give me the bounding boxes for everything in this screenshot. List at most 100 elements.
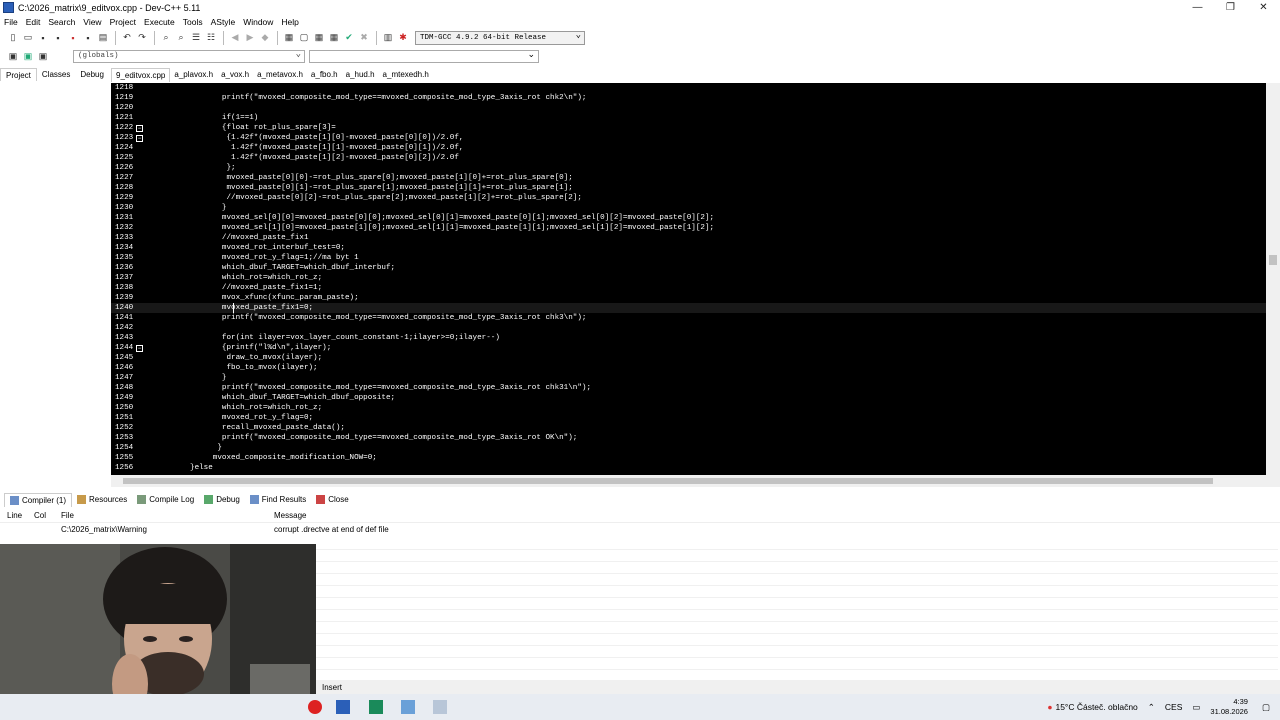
monitor-icon[interactable]: ▭ <box>1192 702 1200 713</box>
code-line[interactable]: 1241 printf("mvoxed_composite_mod_type==… <box>111 313 1266 323</box>
undo-icon[interactable]: ↶ <box>120 31 134 44</box>
record-icon[interactable] <box>308 700 322 714</box>
redo-icon[interactable]: ↷ <box>135 31 149 44</box>
tab-classes[interactable]: Classes <box>37 68 75 81</box>
code-line[interactable]: 1219 printf("mvoxed_composite_mod_type==… <box>111 93 1266 103</box>
new-file-icon[interactable]: ▯ <box>6 31 20 44</box>
tab-resources[interactable]: Resources <box>72 495 132 504</box>
indent-icon[interactable]: ☰ <box>189 31 203 44</box>
menu-execute[interactable]: Execute <box>140 17 179 27</box>
menu-astyle[interactable]: AStyle <box>207 17 240 27</box>
scope-select[interactable]: (globals) <box>73 49 305 63</box>
code-line[interactable]: 1251 mvoxed_rot_y_flag=0; <box>111 413 1266 423</box>
code-line[interactable]: 1253 printf("mvoxed_composite_mod_type==… <box>111 433 1266 443</box>
code-line[interactable]: 1245 draw_to_mvox(ilayer); <box>111 353 1266 363</box>
code-line[interactable]: 1228 mvoxed_paste[0][1]-=rot_plus_spare[… <box>111 183 1266 193</box>
project-options-icon[interactable]: ▣ <box>36 50 50 63</box>
code-line[interactable]: 1256 }else <box>111 463 1266 473</box>
rebuild-icon[interactable]: ▦ <box>327 31 341 44</box>
save-icon[interactable]: ▪ <box>36 31 50 44</box>
tab-close[interactable]: Close <box>311 495 353 504</box>
code-line[interactable]: 1234 mvoxed_rot_interbuf_test=0; <box>111 243 1266 253</box>
scrollbar-thumb[interactable] <box>123 478 1213 484</box>
tab-compiler[interactable]: Compiler (1) <box>4 492 73 507</box>
app-taskbar-icon[interactable] <box>401 700 415 714</box>
stop-icon[interactable]: ✖ <box>357 31 371 44</box>
code-line[interactable]: 1225 1.42f*(mvoxed_paste[1][2]-mvoxed_pa… <box>111 153 1266 163</box>
code-line[interactable]: 1244− {printf("l%d\n",ilayer); <box>111 343 1266 353</box>
fold-toggle-icon[interactable]: − <box>136 125 143 132</box>
notification-icon[interactable]: ▢ <box>1262 702 1270 713</box>
window-taskbar-icon[interactable] <box>433 700 447 714</box>
code-line[interactable]: 1250 which_rot=which_rot_z; <box>111 403 1266 413</box>
file-tab[interactable]: a_fbo.h <box>307 68 342 82</box>
close-all-icon[interactable]: ▪ <box>81 31 95 44</box>
find-icon[interactable]: ⌕ <box>159 31 173 44</box>
clock[interactable]: 4:39 31.08.2026 <box>1210 697 1248 717</box>
code-line[interactable]: 1237 which_rot=which_rot_z; <box>111 273 1266 283</box>
back-icon[interactable]: ◀ <box>228 31 242 44</box>
bookmark-icon[interactable]: ◆ <box>258 31 272 44</box>
code-line[interactable]: 1222− {float rot_plus_spare[3]= <box>111 123 1266 133</box>
chevron-up-icon[interactable]: ⌃ <box>1148 702 1155 713</box>
code-line[interactable]: 1240 mvoxed_paste_fix1=0; <box>111 303 1266 313</box>
file-tab[interactable]: a_mtexedh.h <box>379 68 433 82</box>
code-line[interactable]: 1227 mvoxed_paste[0][0]-=rot_plus_spare[… <box>111 173 1266 183</box>
compile-icon[interactable]: ▦ <box>282 31 296 44</box>
project-browser-panel[interactable] <box>0 81 110 490</box>
open-file-icon[interactable]: ▭ <box>21 31 35 44</box>
file-tab[interactable]: a_vox.h <box>217 68 253 82</box>
code-line[interactable]: 1247 } <box>111 373 1266 383</box>
code-line[interactable]: 1235 mvoxed_rot_y_flag=1;//ma byt 1 <box>111 253 1266 263</box>
close-file-icon[interactable]: ▪ <box>66 31 80 44</box>
menu-view[interactable]: View <box>79 17 105 27</box>
code-line[interactable]: 1246 fbo_to_mvox(ilayer); <box>111 363 1266 373</box>
code-line[interactable]: 1229 //mvoxed_paste[0][2]-=rot_plus_spar… <box>111 193 1266 203</box>
code-line[interactable]: 1226 }; <box>111 163 1266 173</box>
maximize-button[interactable]: ❐ <box>1214 0 1247 15</box>
message-row[interactable]: C:\2026_matrix\Warning corrupt .drectve … <box>0 525 1280 537</box>
menu-project[interactable]: Project <box>106 17 140 27</box>
code-line[interactable]: 1224 1.42f*(mvoxed_paste[1][1]-mvoxed_pa… <box>111 143 1266 153</box>
menu-file[interactable]: File <box>0 17 22 27</box>
col-header-message[interactable]: Message <box>274 511 306 520</box>
debug-icon[interactable]: ✱ <box>396 31 410 44</box>
save-all-icon[interactable]: ▪ <box>51 31 65 44</box>
code-line[interactable]: 1238 //mvoxed_paste_fix1=1; <box>111 283 1266 293</box>
tab-project[interactable]: Project <box>0 68 37 81</box>
profile-icon[interactable]: ▥ <box>381 31 395 44</box>
code-line[interactable]: 1223− {1.42f*(mvoxed_paste[1][0]-mvoxed_… <box>111 133 1266 143</box>
replace-icon[interactable]: ⌕ <box>174 31 188 44</box>
fold-toggle-icon[interactable]: − <box>136 345 143 352</box>
tab-compile-log[interactable]: Compile Log <box>132 495 199 504</box>
code-line[interactable]: 1232 mvoxed_sel[1][0]=mvoxed_paste[1][0]… <box>111 223 1266 233</box>
file-tab[interactable]: a_hud.h <box>342 68 379 82</box>
minimize-button[interactable]: — <box>1181 0 1214 15</box>
editor-vertical-scrollbar[interactable] <box>1266 83 1280 475</box>
code-line[interactable]: 1220 <box>111 103 1266 113</box>
compiler-select[interactable]: TDM-GCC 4.9.2 64-bit Release <box>415 30 585 45</box>
code-line[interactable]: 1230 } <box>111 203 1266 213</box>
devcpp-taskbar-icon[interactable] <box>336 700 350 714</box>
forward-icon[interactable]: ▶ <box>243 31 257 44</box>
weather-icon[interactable]: ● <box>1047 702 1052 712</box>
code-line[interactable]: 1248 printf("mvoxed_composite_mod_type==… <box>111 383 1266 393</box>
language-indicator[interactable]: CES <box>1165 702 1182 712</box>
tab-find-results[interactable]: Find Results <box>245 495 311 504</box>
editor-horizontal-scrollbar[interactable] <box>111 475 1280 487</box>
menu-help[interactable]: Help <box>277 17 302 27</box>
code-line[interactable]: 1255 mvoxed_composite_modification_NOW=0… <box>111 453 1266 463</box>
code-line[interactable]: 1221 if(1==1) <box>111 113 1266 123</box>
file-tab[interactable]: a_metavox.h <box>253 68 307 82</box>
scrollbar-thumb[interactable] <box>1269 255 1277 265</box>
code-line[interactable]: 1236 which_dbuf_TARGET=which_dbuf_interb… <box>111 263 1266 273</box>
file-tab[interactable]: 9_editvox.cpp <box>111 68 171 82</box>
code-line[interactable]: 1239 mvox_xfunc(xfunc_param_paste); <box>111 293 1266 303</box>
print-icon[interactable]: ▤ <box>96 31 110 44</box>
run-icon[interactable]: ▢ <box>297 31 311 44</box>
code-line[interactable]: 1243 for(int ilayer=vox_layer_count_cons… <box>111 333 1266 343</box>
col-header-file[interactable]: File <box>61 511 74 520</box>
tab-debug-bottom[interactable]: Debug <box>199 495 245 504</box>
function-select[interactable] <box>309 49 539 63</box>
col-header-col[interactable]: Col <box>34 511 46 520</box>
